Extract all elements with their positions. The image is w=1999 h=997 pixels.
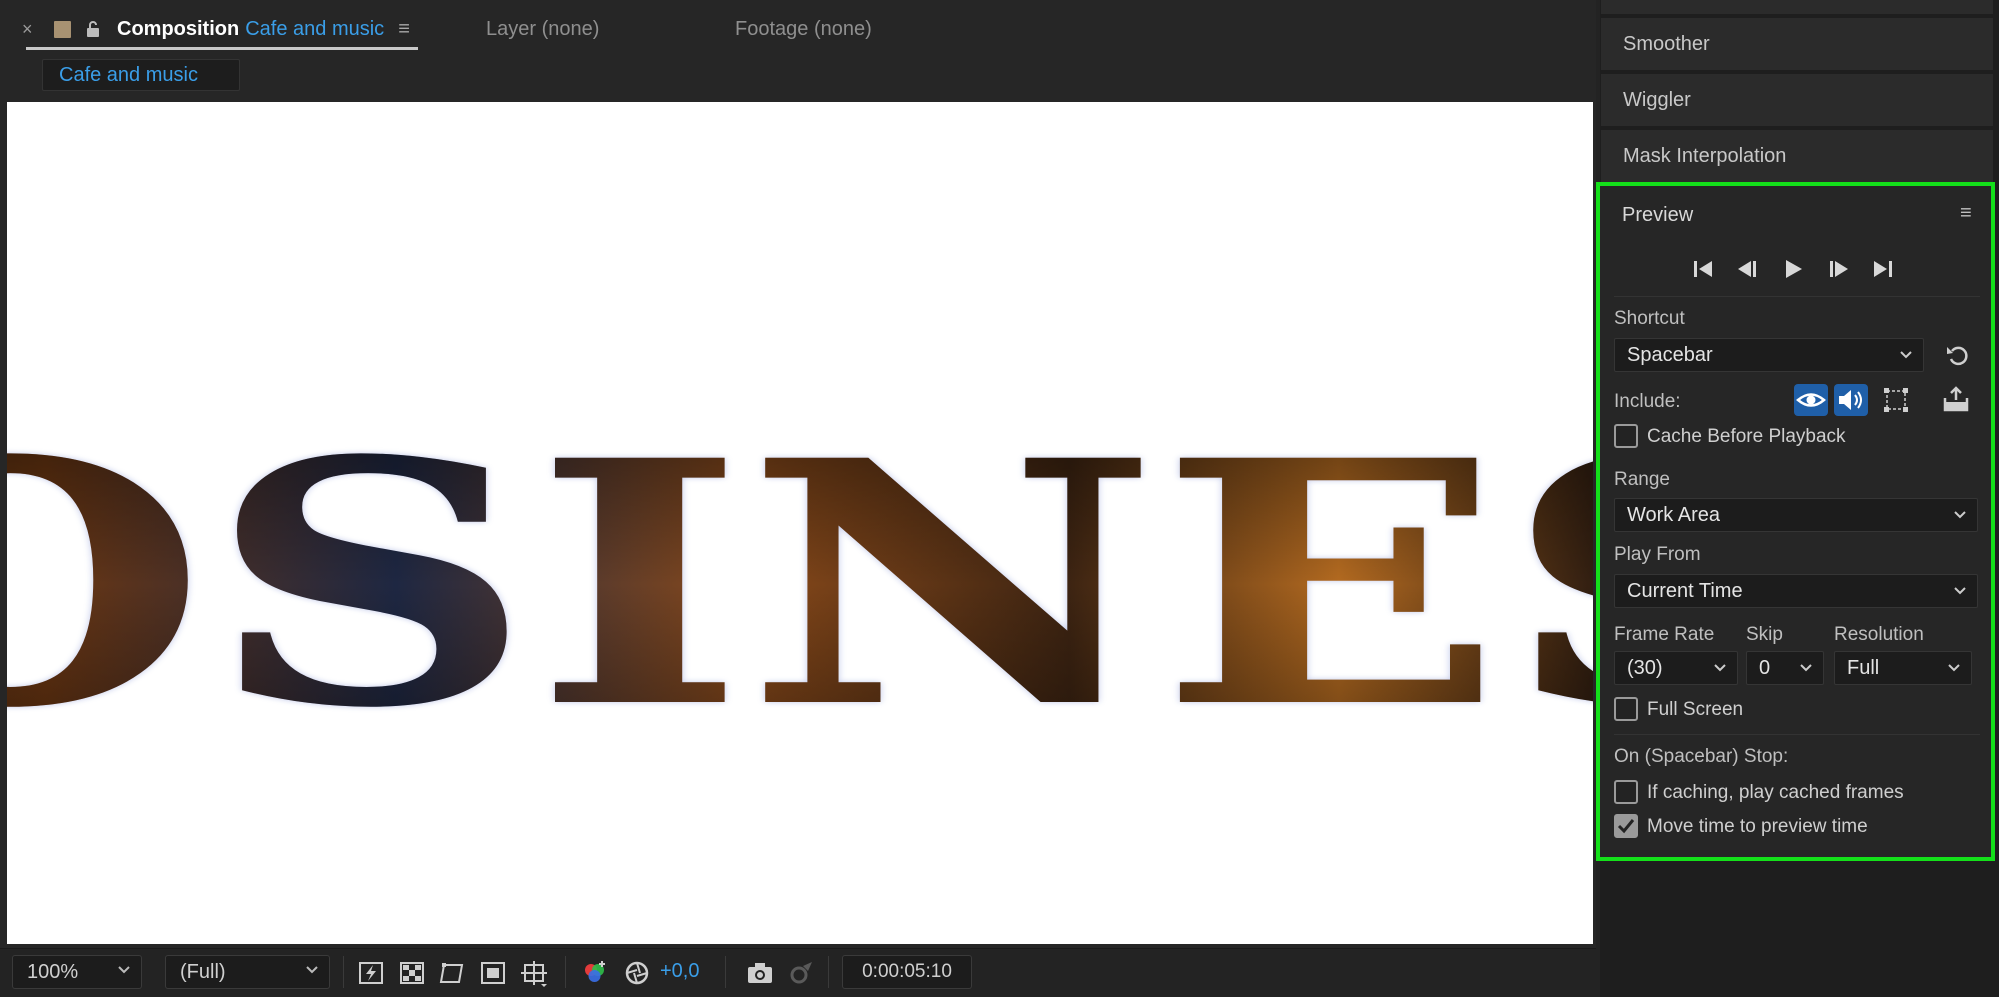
- accordion-mask-interpolation[interactable]: Mask Interpolation: [1601, 130, 1993, 182]
- tab-composition-name: Cafe and music: [245, 17, 385, 40]
- accordion-top-edge: [1601, 0, 1993, 14]
- next-frame-icon[interactable]: [1826, 256, 1852, 282]
- full-screen-checkbox[interactable]: [1614, 697, 1638, 721]
- preview-transport-controls: [1690, 254, 1900, 284]
- channel-icon[interactable]: [580, 958, 610, 988]
- panel-tab-bar: × Composition Cafe and music ≡ Layer (no…: [0, 0, 1596, 58]
- toolbar-divider: [828, 956, 829, 988]
- shortcut-label: Shortcut: [1614, 308, 1685, 329]
- on-stop-label: On (Spacebar) Stop:: [1614, 746, 1789, 767]
- frame-rate-value: (30): [1627, 656, 1663, 679]
- speaker-icon: [1839, 390, 1862, 410]
- chevron-down-icon: [1954, 587, 1966, 595]
- resolution-value: Full: [1847, 656, 1880, 679]
- current-time-display[interactable]: 0:00:05:10: [842, 955, 972, 989]
- eye-icon: [1796, 393, 1826, 407]
- last-frame-icon[interactable]: [1870, 256, 1896, 282]
- mask-path-icon[interactable]: [437, 958, 467, 988]
- tab-composition[interactable]: × Composition Cafe and music ≡: [22, 12, 418, 46]
- cache-before-playback-label: Cache Before Playback: [1647, 426, 1846, 447]
- include-video-toggle[interactable]: [1794, 384, 1828, 416]
- if-caching-checkbox[interactable]: [1614, 780, 1638, 804]
- tab-composition-label: Composition: [117, 17, 240, 40]
- resolution-label: Resolution: [1834, 624, 1924, 645]
- if-caching-label: If caching, play cached frames: [1647, 782, 1904, 803]
- fast-previews-icon[interactable]: [356, 958, 386, 988]
- skip-value: 0: [1759, 656, 1771, 679]
- chevron-down-icon: [1900, 351, 1912, 359]
- active-tab-underline: [26, 47, 418, 50]
- shortcut-dropdown[interactable]: Spacebar: [1614, 338, 1924, 372]
- reset-exposure-icon[interactable]: [622, 958, 652, 988]
- app-window: × Composition Cafe and music ≡ Layer (no…: [0, 0, 1999, 997]
- resolution-value: (Full): [180, 960, 226, 983]
- magnification-dropdown[interactable]: 100%: [12, 955, 142, 989]
- region-of-interest-icon[interactable]: [478, 958, 508, 988]
- divider: [1614, 296, 1980, 297]
- full-screen-label: Full Screen: [1647, 699, 1744, 720]
- accordion-smoother[interactable]: Smoother: [1601, 18, 1993, 70]
- viewer-canvas: COSINESS COSINESS COSINESS: [7, 387, 1593, 781]
- tab-footage[interactable]: Footage (none): [735, 12, 872, 46]
- chevron-down-icon: [118, 966, 130, 974]
- panel-menu-icon[interactable]: ≡: [398, 18, 410, 41]
- composition-viewer[interactable]: COSINESS COSINESS COSINESS: [7, 102, 1593, 944]
- frame-rate-dropdown[interactable]: (30): [1614, 651, 1738, 685]
- label-color-swatch[interactable]: [54, 20, 71, 38]
- overlay-layer-controls-icon[interactable]: [1880, 384, 1912, 416]
- chevron-down-icon: [1800, 664, 1812, 672]
- play-from-value: Current Time: [1627, 579, 1743, 602]
- cache-before-playback-checkbox[interactable]: [1614, 424, 1638, 448]
- chevron-down-icon: [306, 966, 318, 974]
- tab-layer[interactable]: Layer (none): [486, 12, 599, 46]
- title-shading: COSINESS: [7, 387, 1593, 781]
- include-label: Include:: [1614, 391, 1681, 412]
- frame-rate-label: Frame Rate: [1614, 624, 1715, 645]
- divider: [1614, 734, 1980, 735]
- exposure-value[interactable]: +0,0: [660, 960, 699, 983]
- shortcut-value: Spacebar: [1627, 343, 1713, 366]
- composition-panel: × Composition Cafe and music ≡ Layer (no…: [0, 0, 1596, 997]
- toolbar-divider: [343, 956, 344, 988]
- skip-dropdown[interactable]: 0: [1746, 651, 1824, 685]
- previous-frame-icon[interactable]: [1734, 256, 1760, 282]
- preview-menu-icon[interactable]: ≡: [1960, 202, 1972, 225]
- play-from-dropdown[interactable]: Current Time: [1614, 574, 1978, 608]
- resolution-dropdown[interactable]: Full: [1834, 651, 1972, 685]
- show-snapshot-icon[interactable]: [786, 958, 816, 988]
- skip-label: Skip: [1746, 624, 1783, 645]
- move-time-checkbox[interactable]: [1614, 814, 1638, 838]
- composition-navigator-tab[interactable]: Cafe and music: [42, 59, 240, 91]
- play-icon[interactable]: [1780, 256, 1806, 282]
- guides-icon[interactable]: [519, 958, 549, 988]
- close-icon[interactable]: ×: [22, 19, 44, 40]
- reset-icon[interactable]: [1944, 341, 1972, 369]
- resolution-dropdown[interactable]: (Full): [165, 955, 330, 989]
- lock-icon[interactable]: [85, 20, 101, 38]
- snapshot-icon[interactable]: [745, 958, 775, 988]
- include-audio-toggle[interactable]: [1834, 384, 1868, 416]
- range-dropdown[interactable]: Work Area: [1614, 498, 1978, 532]
- move-time-label: Move time to preview time: [1647, 816, 1868, 837]
- chevron-down-icon: [1714, 664, 1726, 672]
- toolbar-divider: [725, 956, 726, 988]
- preview-panel: Preview ≡ Shortcut Spacebar Include: Cac…: [1596, 182, 1995, 861]
- transparency-grid-icon[interactable]: [397, 958, 427, 988]
- chevron-down-icon: [1954, 511, 1966, 519]
- first-frame-icon[interactable]: [1690, 256, 1716, 282]
- toolbar-divider: [565, 956, 566, 988]
- play-from-label: Play From: [1614, 544, 1701, 565]
- chevron-down-icon: [1948, 664, 1960, 672]
- magnification-value: 100%: [27, 960, 79, 983]
- preview-title: Preview: [1622, 204, 1694, 226]
- range-value: Work Area: [1627, 503, 1720, 526]
- range-label: Range: [1614, 469, 1670, 490]
- accordion-wiggler[interactable]: Wiggler: [1601, 74, 1993, 126]
- checkmark-icon: [1617, 819, 1635, 834]
- external-output-icon[interactable]: [1940, 384, 1972, 416]
